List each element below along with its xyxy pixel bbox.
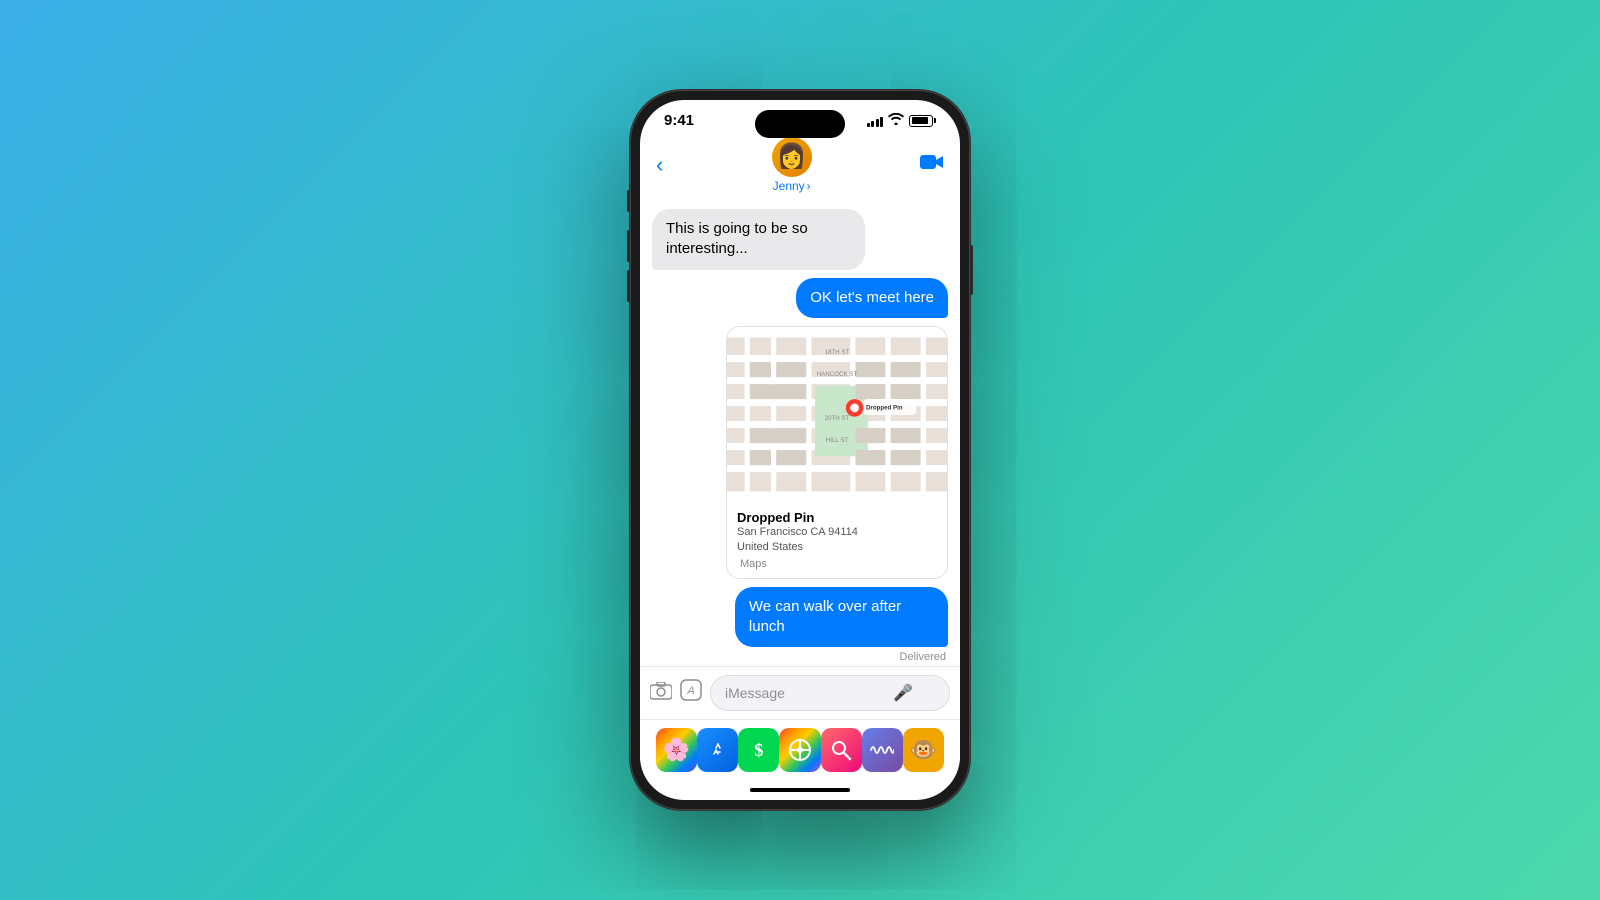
avatar-emoji: 👩: [777, 145, 807, 169]
map-card[interactable]: 18TH ST HANCOCK ST 20TH ST HILL ST Dropp…: [726, 326, 948, 579]
svg-text:HILL ST: HILL ST: [826, 437, 849, 444]
dock-waves-app[interactable]: [862, 728, 903, 772]
dock-appstore-app[interactable]: [697, 728, 738, 772]
message-input[interactable]: iMessage 🎤: [710, 675, 950, 711]
signal-bar-1: [867, 123, 870, 127]
battery-icon: [909, 115, 936, 127]
contact-name: Jenny ›: [773, 179, 811, 193]
status-bar: 9:41: [640, 100, 960, 133]
volume-up-button[interactable]: [627, 230, 630, 262]
home-indicator[interactable]: [750, 788, 850, 792]
message-row-map[interactable]: 18TH ST HANCOCK ST 20TH ST HILL ST Dropp…: [652, 326, 948, 579]
message-row-sent-2: We can walk over after lunch: [652, 587, 948, 648]
signal-bar-3: [876, 119, 879, 127]
svg-text:20TH ST: 20TH ST: [825, 415, 850, 422]
message-row-received-1: This is going to be so interesting...: [652, 209, 948, 270]
power-button[interactable]: [970, 245, 973, 295]
volume-down-button[interactable]: [627, 270, 630, 302]
svg-text:HANCOCK ST: HANCOCK ST: [817, 371, 858, 378]
apps-button[interactable]: A: [680, 679, 702, 707]
message-row-sent-1: OK let's meet here: [652, 278, 948, 318]
dock-photos-app[interactable]: 🌸: [656, 728, 697, 772]
dock-cashapp-app[interactable]: $: [738, 728, 779, 772]
input-placeholder: iMessage: [725, 685, 785, 701]
delivered-status: Delivered: [652, 651, 948, 663]
bubble-sent-2: We can walk over after lunch: [735, 587, 948, 648]
svg-text:A: A: [686, 685, 694, 697]
avatar: 👩: [772, 137, 812, 177]
svg-text:Dropped Pin: Dropped Pin: [866, 404, 903, 411]
dock-wheel-app[interactable]: [779, 728, 820, 772]
message-text-4: We can walk over after lunch: [749, 598, 901, 635]
messages-area: This is going to be so interesting... OK…: [640, 201, 960, 666]
map-address-line1: San Francisco CA 94114: [737, 525, 937, 540]
video-call-button[interactable]: [920, 153, 944, 177]
camera-button[interactable]: [650, 680, 672, 706]
mic-icon[interactable]: 🎤: [893, 683, 913, 703]
input-bar: A iMessage 🎤: [640, 666, 960, 719]
silent-button[interactable]: [627, 190, 630, 212]
bubble-sent-1: OK let's meet here: [796, 278, 948, 318]
contact-name-label: Jenny: [773, 179, 805, 193]
map-info: Dropped Pin San Francisco CA 94114 Unite…: [727, 502, 947, 578]
map-address-line2: United States: [737, 540, 937, 555]
dock-search-app[interactable]: [821, 728, 862, 772]
dynamic-island: [755, 110, 845, 138]
status-time: 9:41: [664, 112, 694, 129]
dock: 🌸 $: [640, 719, 960, 784]
nav-center[interactable]: 👩 Jenny ›: [772, 137, 812, 193]
map-pin-name: Dropped Pin: [737, 510, 937, 525]
message-text-2: OK let's meet here: [810, 289, 934, 306]
nav-bar: ‹ 👩 Jenny ›: [640, 133, 960, 201]
signal-bar-2: [871, 121, 874, 127]
status-icons: [867, 113, 937, 128]
map-source: Maps: [737, 558, 937, 570]
signal-bar-4: [880, 117, 883, 127]
bubble-received-1: This is going to be so interesting...: [652, 209, 865, 270]
dock-monkey-app[interactable]: 🐵: [903, 728, 944, 772]
map-address: San Francisco CA 94114 United States: [737, 525, 937, 556]
chevron-icon: ›: [807, 179, 811, 193]
phone-screen: 9:41: [640, 100, 960, 800]
back-button[interactable]: ‹: [656, 152, 663, 178]
svg-text:18TH ST: 18TH ST: [825, 349, 850, 356]
signal-icon: [867, 115, 884, 127]
map-visual: 18TH ST HANCOCK ST 20TH ST HILL ST Dropp…: [727, 327, 947, 502]
map-source-label: Maps: [740, 558, 767, 570]
wifi-icon: [888, 113, 904, 128]
message-text-1: This is going to be so interesting...: [666, 220, 808, 257]
phone-frame-wrapper: 9:41: [630, 90, 970, 810]
